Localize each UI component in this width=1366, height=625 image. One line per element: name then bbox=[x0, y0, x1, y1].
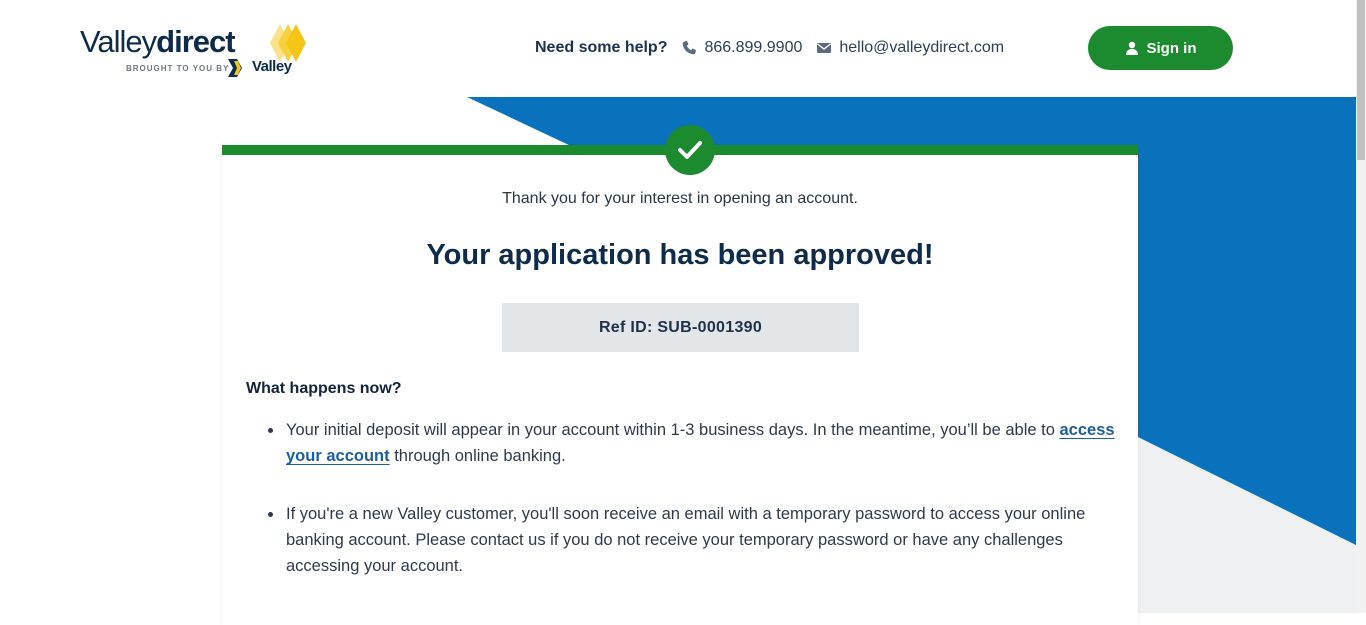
help-bar: Need some help? 866.899.9900 hello@valle… bbox=[535, 38, 1004, 58]
page-scrollbar[interactable] bbox=[1356, 0, 1366, 613]
help-label: Need some help? bbox=[535, 39, 668, 56]
logo-diamond-icon bbox=[270, 24, 306, 62]
next-steps-list: Your initial deposit will appear in your… bbox=[246, 417, 1116, 611]
reference-id-box: Ref ID: SUB-0001390 bbox=[502, 303, 859, 352]
envelope-icon bbox=[817, 43, 832, 53]
site-header: Valleydirect BROUGHT TO YOU BY Valley Ne… bbox=[0, 0, 1356, 97]
checkmark-icon bbox=[678, 141, 702, 159]
valley-bank-mark-icon bbox=[228, 59, 242, 77]
valley-bank-name: Valley bbox=[252, 58, 292, 75]
logo-tagline: BROUGHT TO YOU BY bbox=[126, 64, 230, 73]
user-icon bbox=[1125, 41, 1138, 55]
email-link[interactable]: hello@valleydirect.com bbox=[839, 39, 1004, 57]
valleydirect-logo[interactable]: Valleydirect BROUGHT TO YOU BY Valley bbox=[80, 22, 310, 82]
sign-in-button[interactable]: Sign in bbox=[1088, 26, 1233, 70]
sign-in-label: Sign in bbox=[1146, 39, 1197, 57]
list-item: Your initial deposit will appear in your… bbox=[246, 417, 1116, 469]
section-heading: What happens now? bbox=[246, 380, 402, 397]
page-title: Your application has been approved! bbox=[426, 239, 934, 271]
thank-you-text: Thank you for your interest in opening a… bbox=[502, 190, 858, 207]
confirmation-card: Thank you for your interest in opening a… bbox=[222, 125, 1138, 625]
reference-id-text: Ref ID: SUB-0001390 bbox=[598, 318, 763, 336]
list-item: If you're a new Valley customer, you'll … bbox=[246, 501, 1116, 579]
success-badge bbox=[665, 125, 715, 175]
phone-link[interactable]: 866.899.9900 bbox=[704, 39, 802, 57]
scrollbar-thumb[interactable] bbox=[1357, 0, 1365, 160]
phone-icon bbox=[683, 41, 697, 55]
logo-wordmark: Valleydirect bbox=[80, 24, 236, 59]
